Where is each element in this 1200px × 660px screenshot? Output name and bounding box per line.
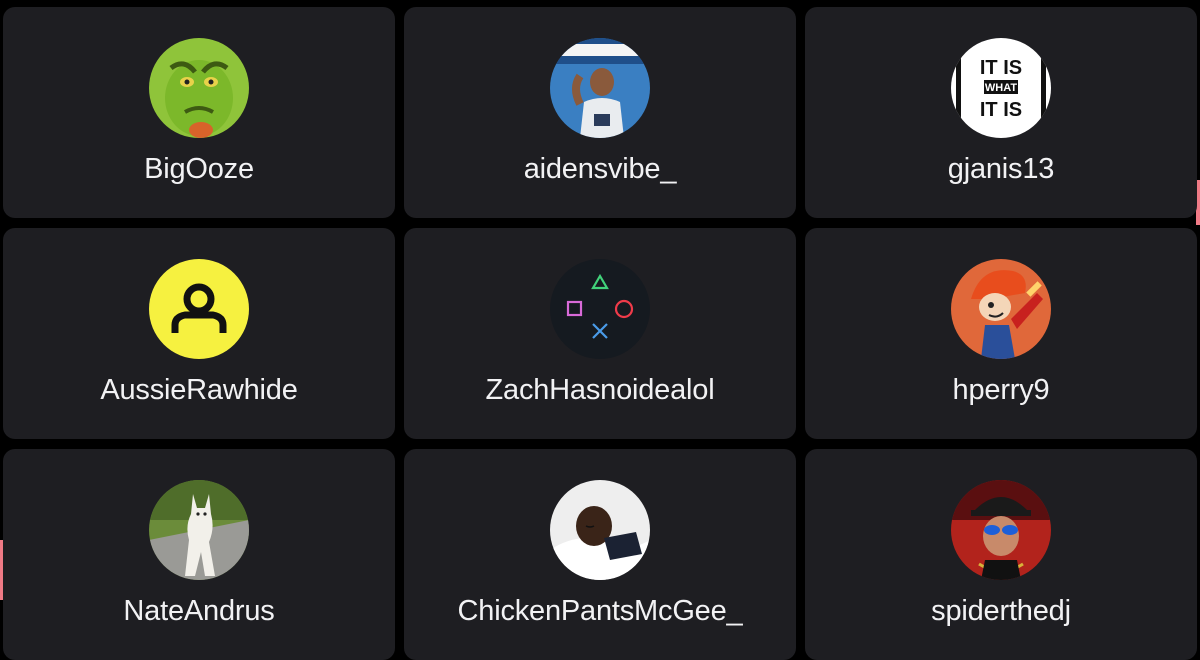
avatar-text-line: IT IS	[980, 99, 1022, 121]
user-card[interactable]: NateAndrus	[3, 449, 395, 660]
username: BigOoze	[144, 153, 254, 185]
user-card[interactable]: ZachHasnoidealol	[404, 228, 796, 439]
username: ZachHasnoidealol	[485, 374, 715, 406]
username: NateAndrus	[123, 595, 275, 627]
user-grid: BigOoze aidensvibe_ IT IS WHAT IT IS gja…	[3, 7, 1197, 660]
username: ChickenPantsMcGee_	[457, 595, 743, 627]
white-dog-avatar	[149, 480, 249, 580]
username: gjanis13	[947, 153, 1055, 185]
username: spiderthedj	[931, 595, 1071, 627]
sleeping-kid-avatar	[550, 480, 650, 580]
username: hperry9	[952, 374, 1050, 406]
cartoon-guitarist-avatar	[951, 259, 1051, 359]
user-card[interactable]: hperry9	[805, 228, 1197, 439]
it-is-what-it-is-avatar: IT IS WHAT IT IS	[951, 38, 1051, 138]
username: AussieRawhide	[100, 374, 298, 406]
playstation-buttons-avatar	[550, 259, 650, 359]
user-card[interactable]: ChickenPantsMcGee_	[404, 449, 796, 660]
dj-sunglasses-avatar	[951, 480, 1051, 580]
user-card[interactable]: aidensvibe_	[404, 7, 796, 218]
user-card[interactable]: BigOoze	[3, 7, 395, 218]
user-card[interactable]: AussieRawhide	[3, 228, 395, 439]
user-card[interactable]: spiderthedj	[805, 449, 1197, 660]
avatar-text-line: WHAT	[985, 82, 1017, 94]
username: aidensvibe_	[523, 153, 677, 185]
avatar-text-line: IT IS	[980, 57, 1022, 79]
grinch-avatar	[149, 38, 249, 138]
user-card[interactable]: IT IS WHAT IT IS gjanis13	[805, 7, 1197, 218]
basketball-player-avatar	[550, 38, 650, 138]
default-user-icon	[149, 259, 249, 359]
